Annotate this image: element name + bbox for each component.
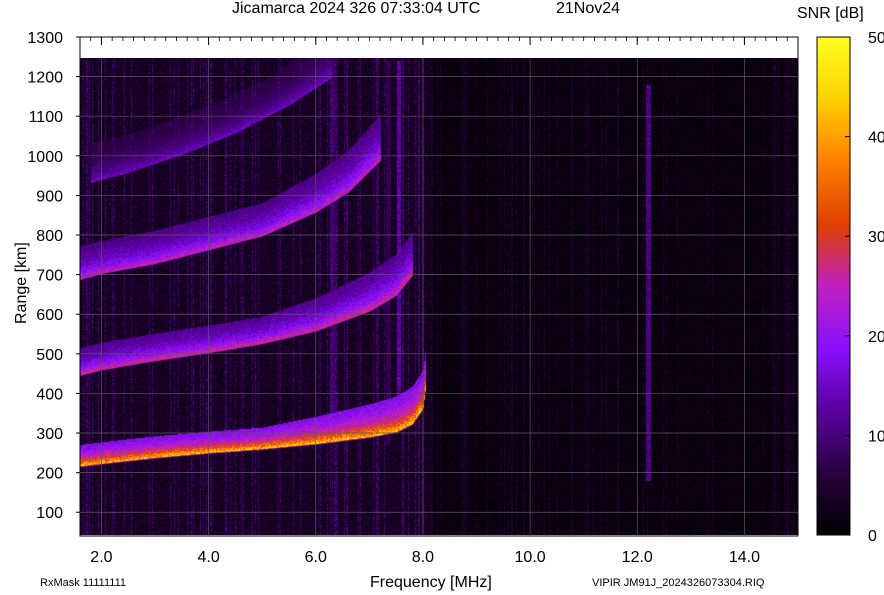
y-tick-label: 800 [36,228,63,245]
y-tick-label: 400 [36,386,63,403]
y-tick-label: 1000 [27,149,63,166]
ionogram-figure: Jicamarca 2024 326 07:33:04 UTC 21Nov24 … [0,0,884,595]
plot-axes: 2.0 4.0 6.0 8.0 10.0 12.0 14.01002003004005006… [27,30,884,566]
y-tick-label: 200 [36,466,63,483]
x-tick-label: 6.0 [305,549,327,566]
y-tick-label: 100 [36,505,63,522]
y-tick-label: 1300 [27,30,63,47]
colorbar-tick-label: 0 [868,528,877,545]
x-tick-label: 8.0 [412,549,434,566]
colorbar-tick-label: 10 [868,428,884,445]
x-tick-label: 2.0 [90,549,112,566]
y-tick-label: 300 [36,426,63,443]
y-tick-label: 900 [36,188,63,205]
y-tick-label: 500 [36,347,63,364]
colorbar-tick-label: 30 [868,229,884,246]
y-tick-label: 600 [36,307,63,324]
colorbar-tick-label: 20 [868,329,884,346]
colorbar-tick-label: 40 [868,130,884,147]
plot-frame [79,36,799,537]
colorbar-tick-label: 50 [868,30,884,47]
x-tick-label: 14.0 [729,549,760,566]
x-tick-label: 10.0 [515,549,546,566]
y-tick-label: 1100 [29,109,64,126]
y-tick-label: 700 [36,268,63,285]
colorbar-frame [816,36,851,536]
x-tick-label: 12.0 [622,549,653,566]
x-tick-label: 4.0 [197,549,219,566]
y-tick-label: 1200 [27,70,63,87]
